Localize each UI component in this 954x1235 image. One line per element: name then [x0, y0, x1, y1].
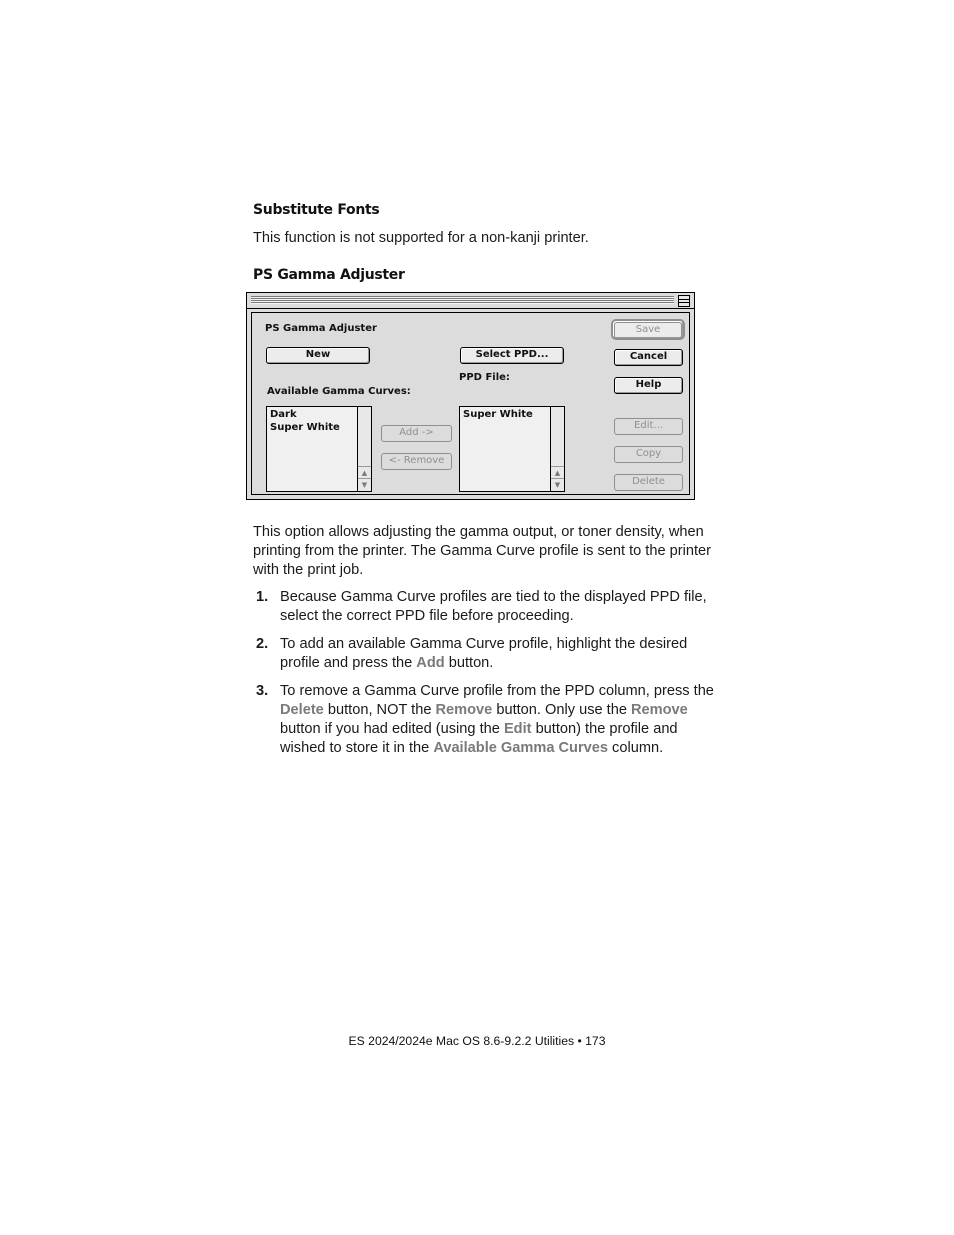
step-text-run: button. Only use the [492, 702, 632, 718]
ps-gamma-adjuster-dialog: PS Gamma Adjuster New Select PPD... Save… [246, 292, 695, 500]
step-text-run: button, NOT the [323, 702, 436, 718]
cancel-button[interactable]: Cancel [614, 349, 683, 366]
scroll-down-arrow-icon[interactable]: ▼ [358, 478, 371, 491]
ui-term-highlight: Remove [631, 702, 688, 718]
titlebar-stripes [251, 296, 674, 304]
delete-button[interactable]: Delete [614, 474, 683, 491]
substitute-fonts-text: This function is not supported for a non… [253, 230, 589, 246]
save-button[interactable]: Save [611, 319, 685, 340]
intro-paragraph: This option allows adjusting the gamma o… [253, 524, 712, 578]
step-number: 1. [256, 589, 269, 605]
new-button[interactable]: New [266, 347, 370, 364]
available-curves-label: Available Gamma Curves: [267, 386, 411, 397]
dialog-content: PS Gamma Adjuster New Select PPD... Save… [251, 312, 690, 495]
list-item[interactable]: Super White [270, 421, 355, 434]
step-number: 2. [256, 636, 269, 652]
dialog-title-label: PS Gamma Adjuster [265, 323, 377, 334]
ui-term-highlight: Delete [280, 702, 324, 718]
step-text-run: To remove a Gamma Curve profile from the… [280, 683, 714, 699]
available-curves-scrollbar[interactable]: ▲ ▼ [357, 407, 371, 491]
save-button-label: Save [614, 322, 682, 339]
step-text-run: Because Gamma Curve profiles are tied to… [280, 589, 707, 624]
ppd-file-label: PPD File: [459, 372, 510, 383]
step-text-run: button. [444, 655, 494, 671]
help-button[interactable]: Help [614, 377, 683, 394]
window-titlebar[interactable] [247, 293, 694, 309]
ui-term-highlight: Remove [435, 702, 493, 718]
substitute-fonts-heading: Substitute Fonts [253, 202, 380, 218]
list-item[interactable]: Super White [463, 408, 548, 421]
ppd-curves-list[interactable]: Super White ▲ ▼ [459, 406, 565, 492]
copy-button[interactable]: Copy [614, 446, 683, 463]
ppd-curves-items: Super White [463, 408, 548, 421]
ps-gamma-heading: PS Gamma Adjuster [253, 267, 405, 283]
select-ppd-button[interactable]: Select PPD... [460, 347, 564, 364]
remove-button[interactable]: <- Remove [381, 453, 452, 470]
step-text: To remove a Gamma Curve profile from the… [280, 682, 724, 758]
available-curves-list[interactable]: Dark Super White ▲ ▼ [266, 406, 372, 492]
add-button[interactable]: Add -> [381, 425, 452, 442]
step-text: Because Gamma Curve profiles are tied to… [280, 588, 724, 626]
ui-term-highlight: Available Gamma Curves [433, 740, 608, 756]
step-text: To add an available Gamma Curve profile,… [280, 635, 724, 673]
window-collapse-icon[interactable] [678, 295, 690, 307]
step-number: 3. [256, 683, 269, 699]
step-text-run: button if you had edited (using the [280, 721, 504, 737]
ppd-curves-scrollbar[interactable]: ▲ ▼ [550, 407, 564, 491]
scroll-down-arrow-icon[interactable]: ▼ [551, 478, 564, 491]
page-footer: ES 2024/2024e Mac OS 8.6-9.2.2 Utilities… [348, 1034, 606, 1048]
list-item[interactable]: Dark [270, 408, 355, 421]
ui-term-highlight: Edit [503, 721, 532, 737]
step-text-run: column. [608, 740, 664, 756]
available-curves-items: Dark Super White [270, 408, 355, 434]
edit-button[interactable]: Edit... [614, 418, 683, 435]
ui-term-highlight: Add [416, 655, 445, 671]
